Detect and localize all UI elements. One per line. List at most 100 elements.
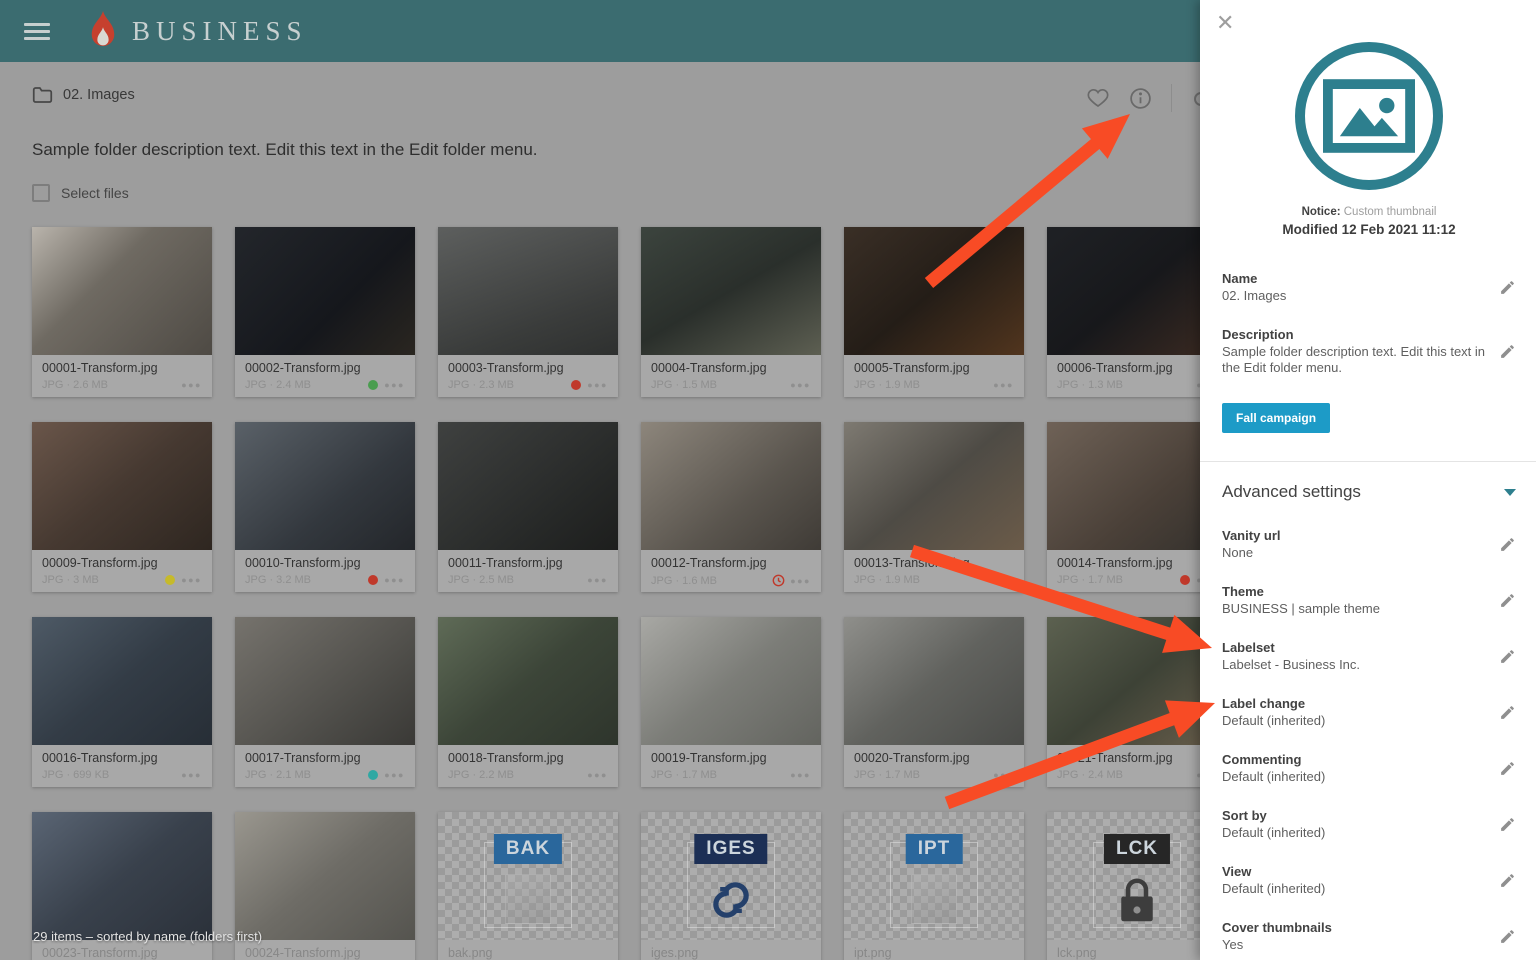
file-thumbnail[interactable] (235, 227, 415, 355)
file-thumbnail[interactable] (438, 617, 618, 745)
file-card[interactable]: 00001-Transform.jpg JPG · 2.6 MB ●●● (32, 227, 212, 397)
close-icon[interactable]: ✕ (1212, 8, 1238, 38)
file-meta: JPG · 2.5 MB (448, 574, 587, 586)
filetype-banner: BAK (494, 834, 562, 864)
file-meta: JPG · 1.7 MB (651, 769, 790, 781)
edit-icon[interactable] (1499, 816, 1516, 833)
campaign-tag-button[interactable]: Fall campaign (1222, 403, 1330, 433)
file-card[interactable]: 00012-Transform.jpg JPG · 1.6 MB ●●● (641, 422, 821, 592)
card-menu-button[interactable]: ●●● (181, 380, 202, 390)
edit-icon[interactable] (1499, 279, 1516, 296)
file-card[interactable]: BAK bak.png ●●● (438, 812, 618, 960)
status-dot (571, 380, 581, 390)
file-name: 00003-Transform.jpg (448, 361, 608, 375)
file-thumbnail[interactable] (641, 227, 821, 355)
card-menu-button[interactable]: ●●● (993, 575, 1014, 585)
file-card[interactable]: 00013-Transform.jpg JPG · 1.9 MB ●●● (844, 422, 1024, 592)
file-card[interactable]: 00019-Transform.jpg JPG · 1.7 MB ●●● (641, 617, 821, 787)
card-footer: ipt.png ●●● (844, 940, 1024, 960)
file-name: 00014-Transform.jpg (1057, 556, 1217, 570)
file-card[interactable]: 00018-Transform.jpg JPG · 2.2 MB ●●● (438, 617, 618, 787)
file-thumbnail[interactable]: IGES (641, 812, 821, 940)
file-name: 00019-Transform.jpg (651, 751, 811, 765)
card-menu-button[interactable]: ●●● (384, 770, 405, 780)
card-footer: 00009-Transform.jpg JPG · 3 MB ●●● (32, 550, 212, 592)
edit-icon[interactable] (1499, 928, 1516, 945)
file-name: 00010-Transform.jpg (245, 556, 405, 570)
edit-icon[interactable] (1499, 536, 1516, 553)
filetype-banner: LCK (1104, 834, 1170, 864)
card-menu-button[interactable]: ●●● (181, 770, 202, 780)
file-card[interactable]: 00003-Transform.jpg JPG · 2.3 MB ●●● (438, 227, 618, 397)
panel-field: Description Sample folder description te… (1222, 327, 1516, 376)
file-card[interactable]: 00016-Transform.jpg JPG · 699 KB ●●● (32, 617, 212, 787)
file-thumbnail[interactable] (844, 617, 1024, 745)
field-label: Sort by (1222, 808, 1485, 824)
card-footer: 00002-Transform.jpg JPG · 2.4 MB ●●● (235, 355, 415, 397)
file-thumbnail[interactable] (32, 227, 212, 355)
file-card[interactable]: 00010-Transform.jpg JPG · 3.2 MB ●●● (235, 422, 415, 592)
card-menu-button[interactable]: ●●● (587, 770, 608, 780)
edit-icon[interactable] (1499, 592, 1516, 609)
card-menu-button[interactable]: ●●● (587, 380, 608, 390)
file-thumbnail[interactable]: IPT (844, 812, 1024, 940)
card-menu-button[interactable]: ●●● (181, 575, 202, 585)
file-thumbnail[interactable]: BAK (438, 812, 618, 940)
file-thumbnail[interactable] (235, 422, 415, 550)
hamburger-menu-icon[interactable] (24, 19, 50, 44)
file-meta: JPG · 1.5 MB (651, 379, 790, 391)
advanced-settings-title: Advanced settings (1222, 482, 1504, 502)
status-dot (368, 575, 378, 585)
card-footer: 00018-Transform.jpg JPG · 2.2 MB ●●● (438, 745, 618, 787)
file-thumbnail[interactable] (641, 617, 821, 745)
file-card[interactable]: 00004-Transform.jpg JPG · 1.5 MB ●●● (641, 227, 821, 397)
file-thumbnail[interactable] (32, 812, 212, 940)
select-files-checkbox[interactable] (32, 184, 50, 202)
file-thumbnail[interactable] (844, 422, 1024, 550)
file-card[interactable]: IPT ipt.png ●●● (844, 812, 1024, 960)
file-name: 00006-Transform.jpg (1057, 361, 1217, 375)
file-meta: JPG · 2.3 MB (448, 379, 571, 391)
card-menu-button[interactable]: ●●● (993, 380, 1014, 390)
edit-icon[interactable] (1499, 872, 1516, 889)
edit-icon[interactable] (1499, 648, 1516, 665)
info-icon[interactable] (1128, 86, 1153, 111)
edit-icon[interactable] (1499, 343, 1516, 360)
file-card[interactable]: 00017-Transform.jpg JPG · 2.1 MB ●●● (235, 617, 415, 787)
file-meta: JPG · 2.2 MB (448, 769, 587, 781)
file-thumbnail[interactable] (235, 617, 415, 745)
card-menu-button[interactable]: ●●● (790, 380, 811, 390)
field-value: Default (inherited) (1222, 713, 1485, 729)
file-card[interactable]: 00002-Transform.jpg JPG · 2.4 MB ●●● (235, 227, 415, 397)
file-thumbnail[interactable] (641, 422, 821, 550)
card-menu-button[interactable]: ●●● (993, 770, 1014, 780)
card-menu-button[interactable]: ●●● (384, 380, 405, 390)
favorite-heart-icon[interactable] (1086, 86, 1110, 110)
filetype-box-icon (911, 874, 957, 924)
edit-icon[interactable] (1499, 704, 1516, 721)
field-value: BUSINESS | sample theme (1222, 601, 1485, 617)
file-card[interactable]: 00005-Transform.jpg JPG · 1.9 MB ●●● (844, 227, 1024, 397)
field-value: Default (inherited) (1222, 825, 1485, 841)
card-menu-button[interactable]: ●●● (790, 576, 811, 586)
file-thumbnail[interactable] (32, 422, 212, 550)
file-thumbnail[interactable] (844, 227, 1024, 355)
card-menu-button[interactable]: ●●● (790, 770, 811, 780)
chevron-down-icon[interactable] (1504, 489, 1516, 496)
file-meta: JPG · 2.1 MB (245, 769, 368, 781)
card-footer: iges.png ●●● (641, 940, 821, 960)
card-menu-button[interactable]: ●●● (587, 575, 608, 585)
file-meta: JPG · 2.4 MB (245, 379, 368, 391)
file-thumbnail[interactable] (438, 422, 618, 550)
file-thumbnail[interactable] (32, 617, 212, 745)
file-card[interactable]: IGES iges.png ●●● (641, 812, 821, 960)
file-thumbnail[interactable] (438, 227, 618, 355)
file-card[interactable]: 00011-Transform.jpg JPG · 2.5 MB ●●● (438, 422, 618, 592)
file-thumbnail[interactable] (235, 812, 415, 940)
panel-field: Name 02. Images (1222, 271, 1516, 304)
edit-icon[interactable] (1499, 760, 1516, 777)
file-card[interactable]: 00009-Transform.jpg JPG · 3 MB ●●● (32, 422, 212, 592)
card-menu-button[interactable]: ●●● (384, 575, 405, 585)
file-card[interactable]: 00020-Transform.jpg JPG · 1.7 MB ●●● (844, 617, 1024, 787)
advanced-settings-toggle[interactable]: Advanced settings (1222, 482, 1516, 502)
